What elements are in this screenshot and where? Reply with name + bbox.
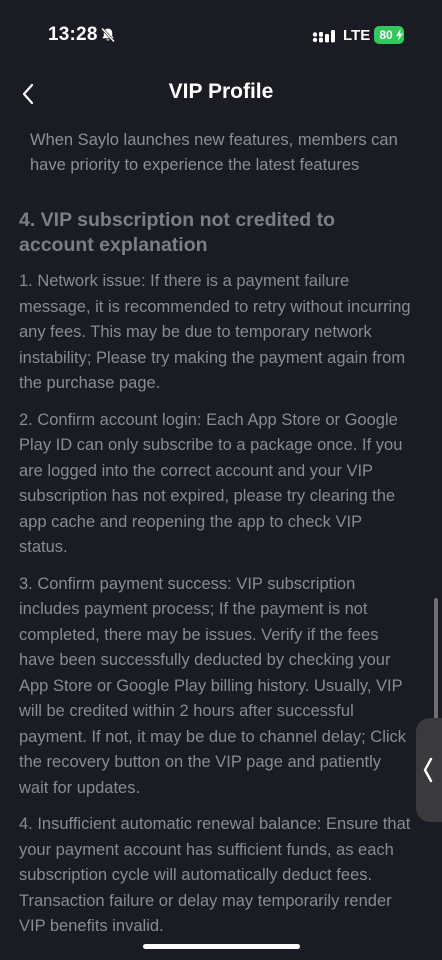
carrier-label: LTE bbox=[343, 27, 371, 44]
paragraph-payment-success: 3. Confirm payment success: VIP subscrip… bbox=[19, 574, 407, 797]
signal-bars-icon bbox=[312, 30, 335, 43]
bell-slash-icon bbox=[101, 27, 115, 43]
status-time: 13:28 bbox=[48, 24, 98, 45]
page-title: VIP Profile bbox=[168, 80, 274, 103]
section-heading: 4. VIP subscription not credited to acco… bbox=[19, 209, 336, 256]
battery-indicator: 80 bbox=[374, 26, 404, 44]
side-drawer-handle[interactable] bbox=[416, 718, 442, 822]
bolt-icon bbox=[396, 29, 403, 41]
nav-bar: VIP Profile bbox=[0, 64, 442, 124]
chevron-left-icon bbox=[423, 757, 433, 783]
home-indicator[interactable] bbox=[143, 944, 300, 949]
paragraph-renewal-balance: 4. Insufficient automatic renewal balanc… bbox=[19, 815, 411, 935]
intro-text: When Saylo launches new features, member… bbox=[30, 131, 398, 174]
battery-level: 80 bbox=[379, 28, 393, 42]
status-bar: 13:28 LTE 80 bbox=[0, 0, 442, 64]
article-content: When Saylo launches new features, member… bbox=[19, 124, 414, 940]
paragraph-account-login: 2. Confirm account login: Each App Store… bbox=[19, 410, 403, 557]
paragraph-network-issue: 1. Network issue: If there is a payment … bbox=[19, 272, 411, 392]
